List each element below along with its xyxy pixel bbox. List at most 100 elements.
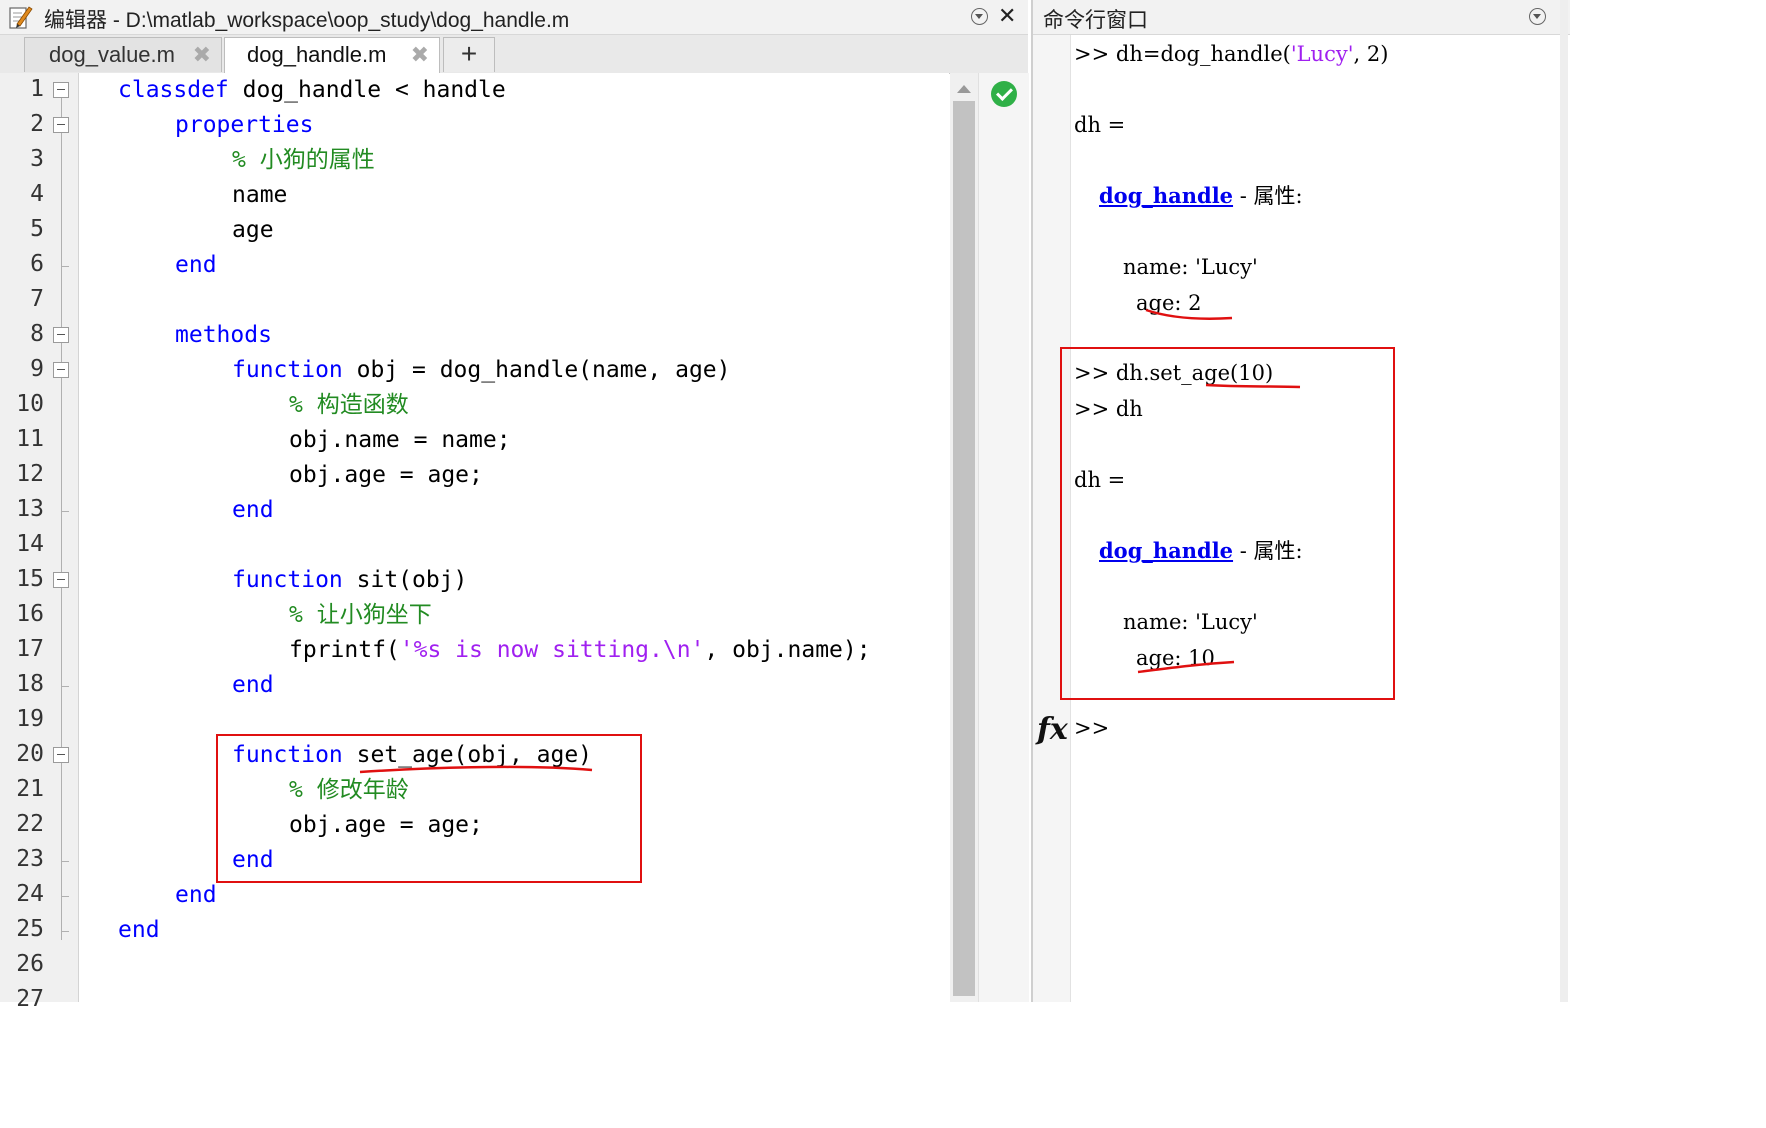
scroll-up-icon[interactable] — [957, 85, 971, 93]
new-tab-button[interactable]: + — [443, 37, 495, 72]
line-number: 24 — [16, 881, 44, 907]
line-number: 10 — [16, 391, 44, 417]
line-number: 16 — [16, 601, 44, 627]
output-line: dog_handle - 属性: — [1099, 183, 1303, 208]
line-number: 7 — [30, 286, 44, 312]
code-line: function sit(obj) — [232, 567, 468, 593]
output-line: dh = — [1074, 468, 1126, 492]
line-number: 8 — [30, 321, 44, 347]
class-link[interactable]: dog_handle — [1099, 183, 1233, 208]
editor-close-icon[interactable]: ✕ — [998, 3, 1016, 29]
editor-tab-bar: dog_value.m ✖ dog_handle.m ✖ + — [0, 35, 1028, 74]
fold-end-marker — [61, 931, 69, 932]
command-line: >> dh.set_age(10) — [1074, 361, 1274, 385]
tab-close-icon[interactable]: ✖ — [411, 38, 429, 71]
function-browser-fx-icon[interactable]: fx — [1037, 712, 1068, 747]
line-number: 25 — [16, 916, 44, 942]
editor-options-icon[interactable] — [971, 8, 988, 25]
fold-toggle-icon[interactable] — [53, 327, 69, 343]
editor-vertical-scrollbar[interactable] — [950, 73, 978, 1002]
fold-end-marker — [61, 511, 69, 512]
line-number: 18 — [16, 671, 44, 697]
code-line: end — [118, 917, 160, 943]
line-number: 23 — [16, 846, 44, 872]
line-number: 11 — [16, 426, 44, 452]
fold-end-marker — [61, 861, 69, 862]
line-number: 20 — [16, 741, 44, 767]
command-window-title-bar: 命令行窗口 — [1033, 0, 1570, 35]
code-line: age — [232, 217, 274, 243]
command-prompt-input[interactable]: >> — [1074, 713, 1109, 743]
code-line: end — [232, 497, 274, 523]
output-line: age: 10 — [1136, 646, 1215, 670]
fold-end-marker — [61, 686, 69, 687]
line-number: 19 — [16, 706, 44, 732]
code-line: obj.age = age; — [289, 462, 483, 488]
line-number: 17 — [16, 636, 44, 662]
tab-close-icon[interactable]: ✖ — [193, 38, 211, 71]
code-line: end — [175, 882, 217, 908]
fold-toggle-icon[interactable] — [53, 362, 69, 378]
code-area[interactable]: classdef dog_handle < handle properties … — [79, 73, 949, 1002]
code-line: end — [175, 252, 217, 278]
editor-title-bar: 编辑器 - D:\matlab_workspace\oop_study\dog_… — [0, 0, 1028, 35]
line-number: 22 — [16, 811, 44, 837]
code-line: fprintf('%s is now sitting.\n', obj.name… — [289, 637, 871, 663]
line-number: 3 — [30, 146, 44, 172]
fold-guide — [61, 90, 62, 940]
line-number: 13 — [16, 496, 44, 522]
tab-label: dog_value.m — [49, 42, 175, 67]
line-number: 14 — [16, 531, 44, 557]
window-edge-scrollbar — [1560, 0, 1568, 1002]
class-link[interactable]: dog_handle — [1099, 538, 1233, 563]
tab-dog-handle[interactable]: dog_handle.m ✖ — [224, 37, 440, 73]
code-line: obj.age = age; — [289, 812, 483, 838]
output-line: age: 2 — [1136, 291, 1202, 315]
code-line: % 让小狗坐下 — [289, 602, 432, 628]
scrollbar-thumb[interactable] — [953, 101, 975, 996]
code-analyzer-strip — [978, 73, 1029, 1002]
code-line: name — [232, 182, 288, 208]
code-line: function set_age(obj, age) — [232, 742, 593, 768]
command-window-gutter — [1033, 35, 1071, 1002]
code-line: end — [232, 672, 274, 698]
line-number: 15 — [16, 566, 44, 592]
line-number: 4 — [30, 181, 44, 207]
command-line: >> dh — [1074, 397, 1143, 421]
output-line: dog_handle - 属性: — [1099, 538, 1303, 563]
line-number-gutter: 1 2 3 4 5 6 7 8 9 10 11 12 13 14 15 16 1… — [0, 73, 79, 1012]
no-issues-check-icon[interactable] — [991, 81, 1017, 107]
tab-label: dog_handle.m — [247, 42, 387, 67]
line-number: 5 — [30, 216, 44, 242]
code-line: function obj = dog_handle(name, age) — [232, 357, 731, 383]
line-number: 26 — [16, 951, 44, 977]
fold-end-marker — [61, 896, 69, 897]
command-line: >> dh=dog_handle('Lucy', 2) — [1074, 42, 1389, 66]
fold-toggle-icon[interactable] — [53, 747, 69, 763]
line-number: 9 — [30, 356, 44, 382]
code-line: classdef dog_handle < handle — [118, 77, 506, 103]
line-number: 2 — [30, 111, 44, 137]
code-line: % 小狗的属性 — [232, 147, 375, 173]
fold-toggle-icon[interactable] — [53, 82, 69, 98]
fold-toggle-icon[interactable] — [53, 572, 69, 588]
code-line: methods — [175, 322, 272, 348]
code-line: properties — [175, 112, 314, 138]
editor-panel: 编辑器 - D:\matlab_workspace\oop_study\dog_… — [0, 0, 1029, 1012]
line-number: 6 — [30, 251, 44, 277]
line-number: 1 — [30, 76, 44, 102]
line-number: 27 — [16, 986, 44, 1012]
output-line: dh = — [1074, 113, 1126, 137]
code-line: obj.name = name; — [289, 427, 511, 453]
editor-document-icon — [9, 6, 33, 29]
command-window-options-icon[interactable] — [1529, 8, 1546, 25]
editor-title: 编辑器 - D:\matlab_workspace\oop_study\dog_… — [44, 9, 570, 32]
tab-dog-value[interactable]: dog_value.m ✖ — [24, 37, 222, 72]
output-line: name: 'Lucy' — [1123, 610, 1258, 634]
line-number: 12 — [16, 461, 44, 487]
output-line: name: 'Lucy' — [1123, 255, 1258, 279]
command-window-title: 命令行窗口 — [1043, 9, 1148, 32]
code-line: % 修改年龄 — [289, 777, 409, 803]
fold-toggle-icon[interactable] — [53, 117, 69, 133]
code-line: % 构造函数 — [289, 392, 409, 418]
